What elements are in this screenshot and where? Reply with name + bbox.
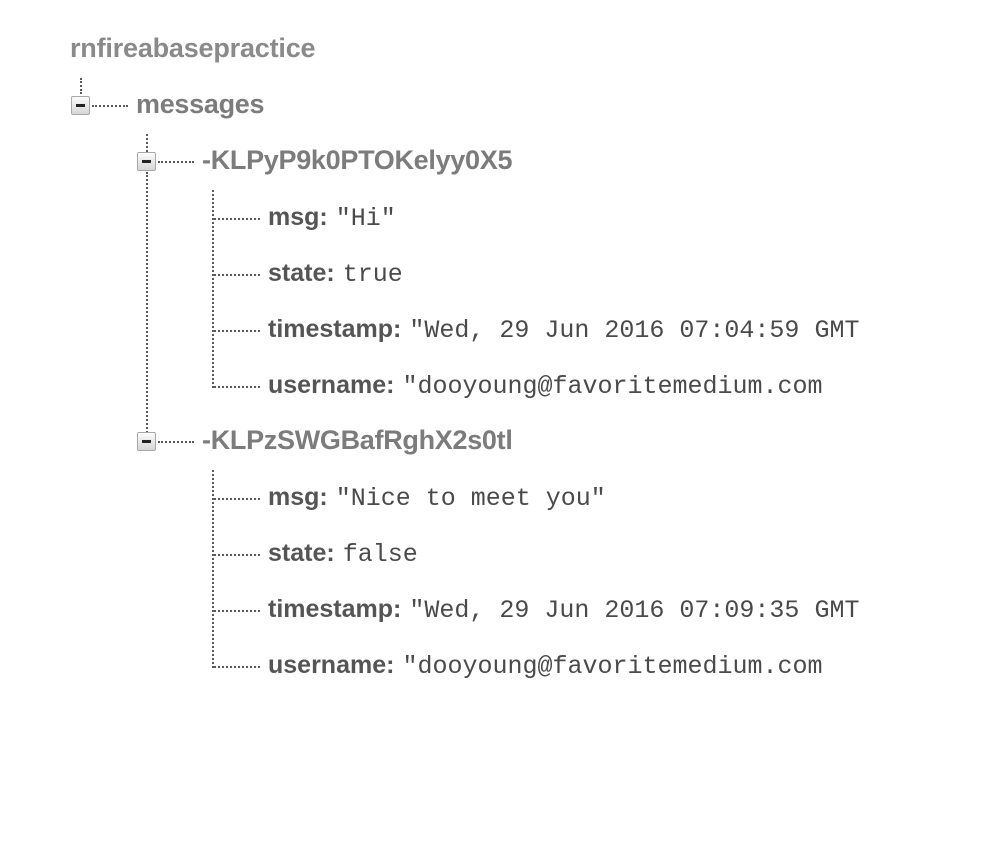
message-key-1[interactable]: -KLPyP9k0PTOKelyy0X5 [202, 145, 512, 176]
tree-connector [214, 666, 260, 668]
field-username[interactable]: username: "dooyoung@favoritemedium.com [268, 371, 823, 401]
root-node-name[interactable]: rnfireabasepractice [70, 33, 316, 64]
tree-connector [214, 554, 260, 556]
tree-connector [158, 161, 194, 163]
collapse-child-2-icon[interactable] [137, 432, 156, 451]
tree-connector [146, 172, 148, 433]
field-value: "Hi" [335, 204, 396, 233]
field-value: true [342, 260, 403, 289]
field-msg[interactable]: msg: "Hi" [268, 203, 396, 233]
tree-connector [214, 386, 260, 388]
field-key: timestamp: [268, 595, 402, 623]
field-key: state: [268, 539, 335, 567]
node-messages[interactable]: messages [136, 89, 265, 120]
field-key: state: [268, 259, 335, 287]
field-key: msg: [268, 483, 328, 511]
field-msg[interactable]: msg: "Nice to meet you" [268, 483, 606, 513]
tree-connector [214, 274, 260, 276]
collapse-child-1-icon[interactable] [137, 152, 156, 171]
field-username[interactable]: username: "dooyoung@favoritemedium.com [268, 651, 823, 681]
tree-connector [214, 610, 260, 612]
tree-connector [214, 218, 260, 220]
field-state[interactable]: state: false [268, 539, 418, 569]
field-timestamp[interactable]: timestamp: "Wed, 29 Jun 2016 07:04:59 GMT [268, 315, 859, 345]
tree-connector [92, 105, 128, 107]
field-value: "Wed, 29 Jun 2016 07:09:35 GMT [409, 596, 860, 625]
field-value: "Nice to meet you" [335, 484, 606, 513]
tree-connector [158, 441, 194, 443]
message-key-2[interactable]: -KLPzSWGBafRghX2s0tl [202, 425, 513, 456]
field-key: msg: [268, 203, 328, 231]
collapse-messages-icon[interactable] [71, 96, 90, 115]
field-state[interactable]: state: true [268, 259, 403, 289]
tree-connector [214, 330, 260, 332]
tree-connector [146, 134, 148, 152]
field-value: "dooyoung@favoritemedium.com [402, 652, 823, 681]
field-key: username: [268, 651, 395, 679]
field-timestamp[interactable]: timestamp: "Wed, 29 Jun 2016 07:09:35 GMT [268, 595, 859, 625]
tree-connector [214, 498, 260, 500]
field-value: "Wed, 29 Jun 2016 07:04:59 GMT [409, 316, 860, 345]
field-value: false [342, 540, 418, 569]
tree-connector [80, 78, 82, 94]
field-key: timestamp: [268, 315, 402, 343]
field-key: username: [268, 371, 395, 399]
field-value: "dooyoung@favoritemedium.com [402, 372, 823, 401]
